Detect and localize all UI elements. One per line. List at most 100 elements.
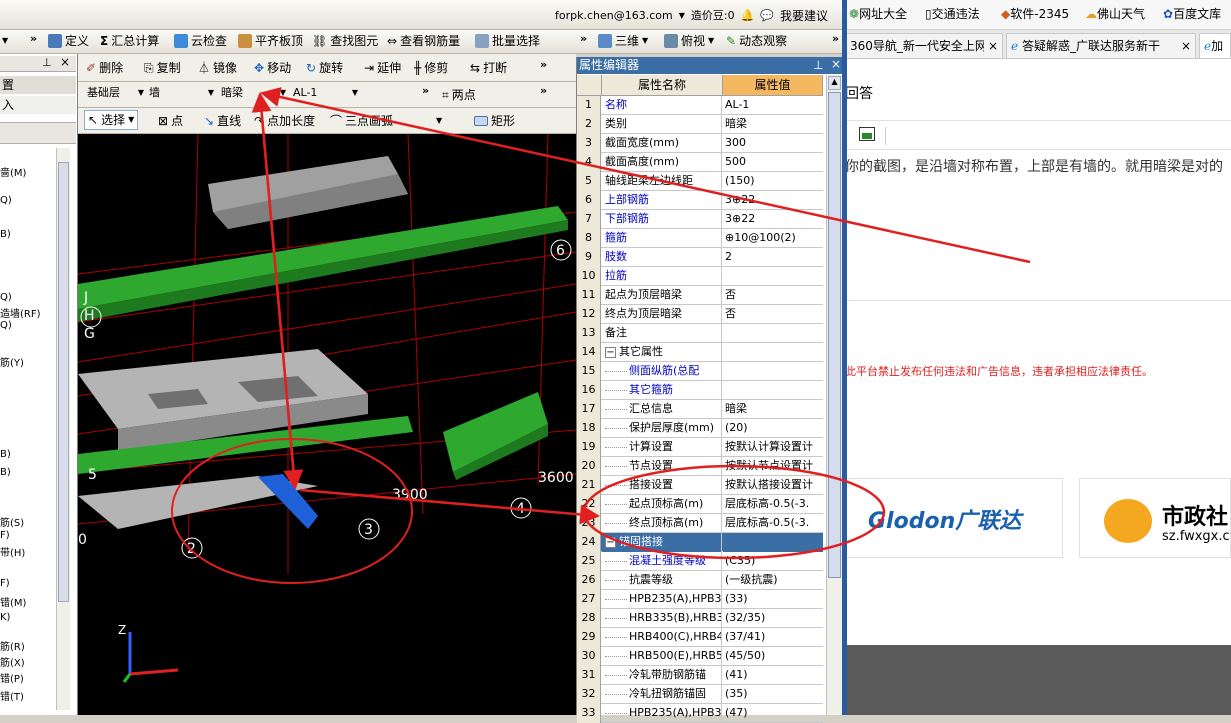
property-value[interactable]: 暗梁 — [723, 400, 823, 419]
tree-item[interactable]: 带(H) — [0, 544, 25, 559]
property-value[interactable]: 2 — [723, 248, 823, 267]
overflow-chevron-icon[interactable]: » — [832, 32, 839, 45]
feedback-link[interactable]: 我要建议 — [780, 6, 828, 26]
overflow-chevron-icon[interactable]: » — [422, 84, 429, 97]
property-row[interactable]: 22 起点顶标高(m) 层底标高-0.5(-3. — [577, 495, 823, 514]
property-row[interactable]: 7 下部钢筋 3⊕22 — [577, 210, 823, 229]
name-select[interactable]: AL-1 ▼ — [290, 85, 360, 103]
property-scrollbar[interactable]: ▲ — [826, 75, 842, 715]
property-value[interactable]: 层底标高-0.5(-3. — [723, 495, 823, 514]
tree-item[interactable]: B) — [0, 449, 11, 460]
property-row[interactable]: 16 其它箍筋 — [577, 381, 823, 400]
property-row[interactable]: 4 截面高度(mm) 500 — [577, 153, 823, 172]
property-value[interactable]: (20) — [723, 419, 823, 438]
property-row[interactable]: 30 HRB500(E),HRB5 (45/50) — [577, 647, 823, 666]
tree-item[interactable]: B) — [0, 229, 11, 240]
scroll-thumb[interactable] — [828, 92, 841, 578]
chat-icon[interactable]: 💬 — [760, 6, 774, 26]
property-value[interactable]: (35) — [723, 685, 823, 704]
tree-item[interactable]: F) — [0, 530, 10, 541]
rect-button[interactable]: 矩形 — [474, 110, 515, 132]
extend-button[interactable]: ⇥ 延伸 — [364, 57, 401, 79]
property-row[interactable]: 6 上部钢筋 3⊕22 — [577, 191, 823, 210]
property-value[interactable]: 层底标高-0.5(-3. — [723, 514, 823, 533]
browser-tab[interactable]: ℯ 答疑解惑_广联达服务新干 × — [1006, 33, 1196, 58]
property-value[interactable] — [723, 381, 823, 400]
close-icon[interactable]: × — [1181, 34, 1191, 58]
property-row[interactable]: 20 节点设置 按默认节点设置计 — [577, 457, 823, 476]
property-row[interactable]: 32 冷轧扭钢筋锚固 (35) — [577, 685, 823, 704]
property-value[interactable]: (41) — [723, 666, 823, 685]
property-value[interactable] — [723, 267, 823, 286]
level-slab-button[interactable]: 平齐板顶 — [238, 30, 303, 52]
copy-button[interactable]: ⎘ 复制 — [144, 57, 181, 79]
property-row[interactable]: 11 起点为顶层暗梁否 — [577, 286, 823, 305]
property-value[interactable] — [723, 324, 823, 343]
point-length-button[interactable]: ↷ 点加长度 — [254, 110, 315, 132]
left-scrollbar[interactable] — [56, 148, 70, 710]
property-value[interactable]: 按默认搭接设置计 — [723, 476, 823, 495]
summary-calc-button[interactable]: Σ 汇总计算 — [100, 30, 159, 52]
dropdown-icon[interactable]: ▼ — [436, 110, 442, 132]
overflow-chevron-icon[interactable]: » — [580, 32, 587, 45]
tree-item[interactable]: Q) — [0, 195, 12, 206]
dropdown-icon[interactable]: ▼ — [708, 30, 714, 52]
tree-item[interactable]: 错(M) — [0, 594, 26, 609]
tree-item[interactable]: 筋(R) — [0, 638, 25, 653]
browser-tab[interactable]: 360导航_新一代安全上网导 × — [845, 33, 1003, 58]
overflow-chevron-icon[interactable]: » — [540, 84, 547, 97]
property-value[interactable]: (32/35) — [723, 609, 823, 628]
property-value[interactable]: (150) — [723, 172, 823, 191]
property-row[interactable]: 27 HPB235(A),HPB3 (33) — [577, 590, 823, 609]
property-row[interactable]: 2 类别 暗梁 — [577, 115, 823, 134]
tree-item[interactable]: 造墙(RF) — [0, 305, 41, 320]
property-value[interactable]: 按默认节点设置计 — [723, 457, 823, 476]
collapse-icon[interactable]: − — [605, 346, 616, 358]
bookmark-item[interactable]: ❁网址大全 — [849, 5, 907, 22]
bookmark-item[interactable]: ▯交通违法 — [925, 5, 980, 22]
view-3d-button[interactable]: 三维 ▼ — [598, 30, 648, 52]
user-box[interactable]: forpk.chen@163.com ▼ 造价豆:0 🔔 💬 我要建议 — [555, 6, 845, 26]
property-value[interactable]: 暗梁 — [723, 115, 823, 134]
property-row[interactable]: 15 侧面纵筋(总配 — [577, 362, 823, 381]
property-value[interactable]: AL-1 — [723, 96, 823, 115]
property-row[interactable]: 26 抗震等级 (一级抗震) — [577, 571, 823, 590]
close-icon[interactable]: × — [988, 34, 998, 58]
property-value[interactable]: (一级抗震) — [723, 571, 823, 590]
dropdown-icon[interactable]: ▼ — [642, 30, 648, 52]
property-value[interactable]: 500 — [723, 153, 823, 172]
ad-banner-municipal[interactable]: 市政社 sz.fwxgx.c — [1079, 478, 1231, 558]
property-value[interactable]: 否 — [723, 286, 823, 305]
overflow-chevron-icon[interactable]: » — [540, 58, 547, 71]
find-element-button[interactable]: ⛓ 查找图元 — [312, 30, 378, 52]
view-rebar-button[interactable]: ⇔ 查看钢筋量 — [387, 30, 460, 52]
property-row[interactable]: 24− 锚固搭接 — [577, 533, 823, 552]
bookmark-item[interactable]: ☁佛山天气 — [1085, 5, 1145, 22]
point-button[interactable]: ⊠ 点 — [158, 110, 183, 132]
select-button[interactable]: ↖ 选择 ▼ — [84, 110, 139, 130]
tree-item[interactable]: K) — [0, 612, 10, 623]
tree-item[interactable]: 啬(M) — [0, 164, 26, 179]
delete-button[interactable]: ✐ 删除 — [86, 57, 123, 79]
break-button[interactable]: ⇆ 打断 — [470, 57, 507, 79]
tree-item[interactable]: B) — [0, 467, 11, 478]
mirror-button[interactable]: ⏃ 镜像 — [198, 57, 237, 79]
3d-scene[interactable]: 6 J H G 3900 3600 4 3 2 5 0 Z — [78, 134, 576, 715]
ad-banner-glodon[interactable]: Glodon广联达 — [845, 478, 1063, 558]
pin-icon[interactable]: ⊥ — [813, 57, 823, 74]
property-value[interactable]: 3⊕22 — [723, 210, 823, 229]
3d-viewport[interactable]: 6 J H G 3900 3600 4 3 2 5 0 Z — [78, 134, 576, 715]
overflow-chevron-icon[interactable]: » — [30, 32, 37, 45]
property-value[interactable]: (33) — [723, 590, 823, 609]
property-value[interactable]: 300 — [723, 134, 823, 153]
bookmark-item[interactable]: ✿百度文库 — [1163, 5, 1221, 22]
two-points-button[interactable]: ⌗ 两点 — [442, 84, 476, 106]
bell-icon[interactable]: 🔔 — [741, 6, 755, 26]
property-row[interactable]: 31 冷轧带肋钢筋锚 (41) — [577, 666, 823, 685]
property-value[interactable]: ⊕10@100(2) — [723, 229, 823, 248]
property-row[interactable]: 5 轴线距梁左边线距 (150) — [577, 172, 823, 191]
arc-button[interactable]: ⌒ 三点画弧 ▼ — [330, 110, 442, 132]
type-select[interactable]: 暗梁 ▼ — [218, 85, 288, 103]
property-value[interactable]: (C35) — [723, 552, 823, 571]
tree-item[interactable]: 筋(Y) — [0, 354, 24, 369]
